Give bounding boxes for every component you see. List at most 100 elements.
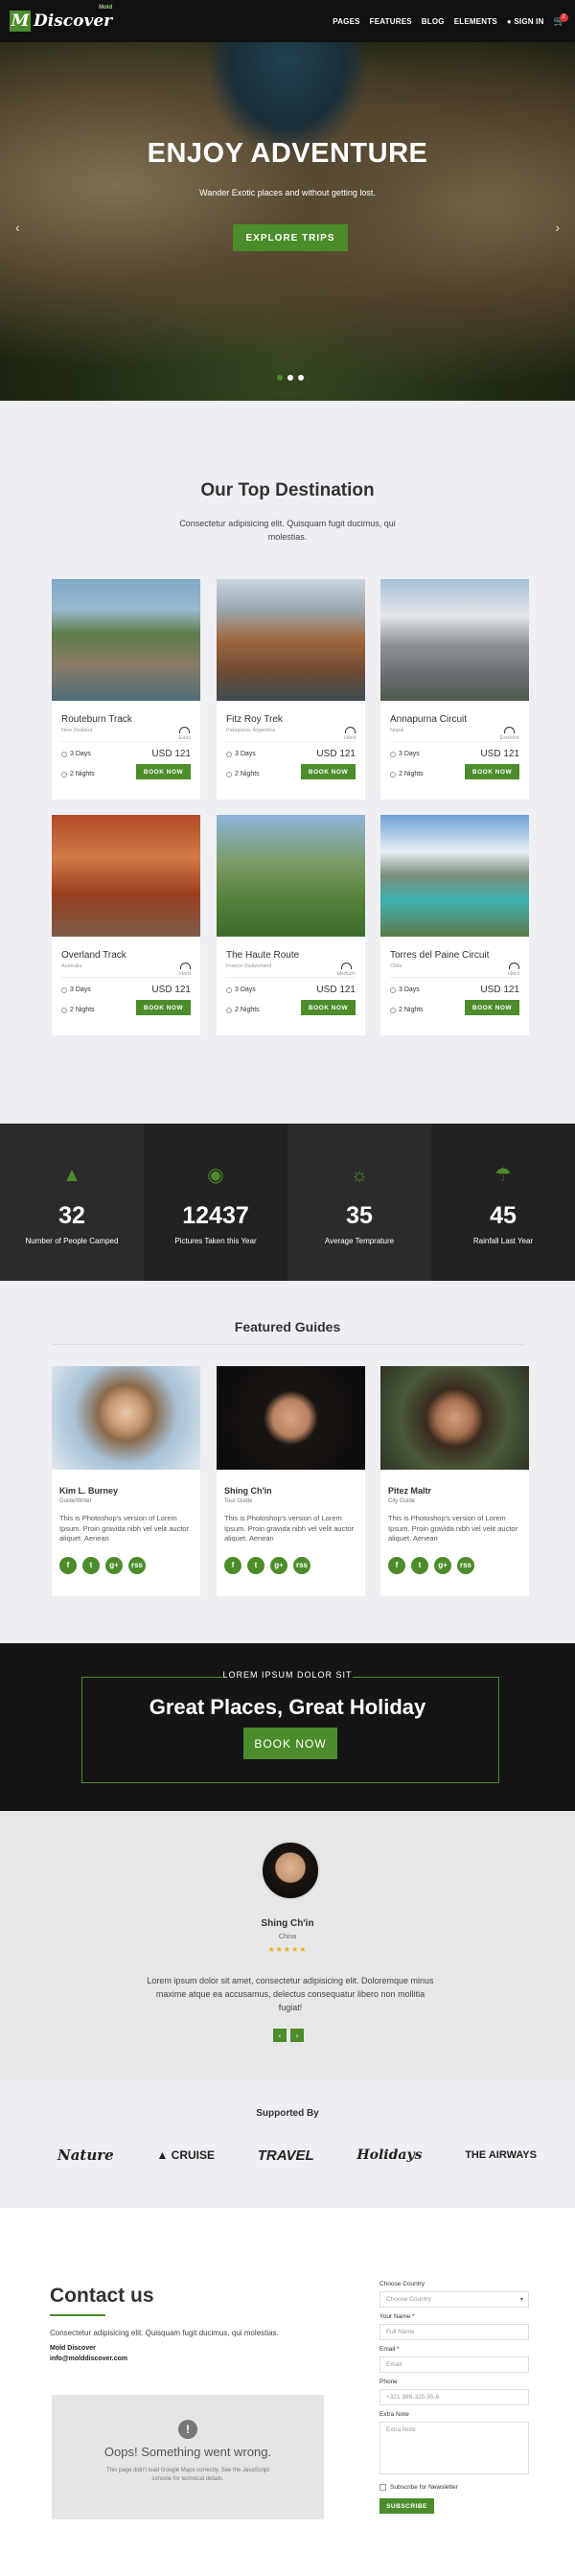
difficulty-label: Extreme [499, 735, 519, 741]
stat-pictures-taken: ◉ 12437 Pictures Taken this Year [144, 1124, 288, 1281]
cart-button[interactable]: 🛒 2 [554, 12, 568, 27]
nights-row: 2 Nights [226, 771, 260, 777]
rss-icon[interactable]: rss [128, 1556, 146, 1574]
prev-arrow-icon[interactable]: ‹ [273, 2029, 287, 2042]
slider-dots [277, 375, 304, 381]
nights-row: 2 Nights [61, 1007, 95, 1013]
phone-label: Phone [380, 2379, 398, 2385]
twitter-icon[interactable]: t [82, 1556, 100, 1574]
destination-card[interactable]: Annapurna Circuit Nepal Extreme 3 Days 2 Nig… [380, 579, 529, 800]
site-logo[interactable]: M Discover Mold [10, 5, 112, 32]
google-plus-icon[interactable]: g+ [105, 1556, 123, 1574]
destination-name[interactable]: Annapurna Circuit [390, 714, 519, 725]
card-body: The Haute Route France-Switzerland Medium 3… [217, 950, 365, 1016]
book-now-button[interactable]: BOOK NOW [465, 764, 519, 779]
destination-photo[interactable] [380, 579, 529, 701]
slider-prev-icon[interactable]: ‹ [15, 220, 20, 235]
destination-card[interactable]: Fitz Roy Trek Patagonia, Argentina Hard 3 D… [217, 579, 365, 800]
destination-photo[interactable] [52, 579, 200, 701]
twitter-icon[interactable]: t [247, 1556, 264, 1574]
name-field[interactable]: Full Name [380, 2324, 529, 2340]
destination-card[interactable]: The Haute Route France-Switzerland Medium 3… [217, 815, 365, 1035]
stat-average-temperature: ☼ 35 Average Temprature [288, 1124, 431, 1281]
book-now-button[interactable]: BOOK NOW [243, 1728, 337, 1759]
guide-name[interactable]: Pitez Maltr [388, 1486, 529, 1496]
clock-icon [226, 986, 232, 993]
stat-people-camped: ▲ 32 Number of People Camped [0, 1124, 144, 1281]
nights-value: 2 Nights [235, 1007, 260, 1013]
destination-card[interactable]: Routeburn Track New Zealand Easy 3 Days 2 Ni… [52, 579, 200, 800]
destination-photo[interactable] [217, 579, 365, 701]
email-field[interactable]: Email [380, 2356, 529, 2373]
hero-title: ENJOY ADVENTURE [147, 138, 428, 169]
guide-name[interactable]: Shing Ch'in [224, 1486, 365, 1496]
slider-dot[interactable] [288, 375, 293, 381]
facebook-icon[interactable]: f [224, 1556, 242, 1574]
slider-next-icon[interactable]: › [555, 220, 560, 235]
destination-card[interactable]: Torres del Paine Circuit Chile Hard 3 Days 2… [380, 815, 529, 1035]
sign-in-link[interactable]: ● SIGN IN [507, 17, 544, 26]
book-now-button[interactable]: BOOK NOW [136, 764, 191, 779]
days-value: 3 Days [235, 986, 256, 993]
gauge-icon [508, 963, 519, 969]
stats-band: ▲ 32 Number of People Camped ◉ 12437 Pic… [0, 1124, 575, 1281]
destination-name[interactable]: The Haute Route [226, 950, 356, 961]
card-body: Fitz Roy Trek Patagonia, Argentina Hard 3 D… [217, 714, 365, 780]
days-row: 3 Days [390, 986, 420, 993]
rss-icon[interactable]: rss [293, 1556, 310, 1574]
destination-region: Australia [61, 963, 82, 969]
brand-logos: Nature ▲ CRUISE TRAVEL Holidays THE AIRW… [58, 2147, 537, 2164]
destination-name[interactable]: Fitz Roy Trek [226, 714, 356, 725]
twitter-icon[interactable]: t [411, 1556, 428, 1574]
newsletter-checkbox[interactable] [380, 2484, 386, 2491]
destination-name[interactable]: Routeburn Track [61, 714, 191, 725]
guide-name[interactable]: Kim L. Burney [59, 1486, 200, 1496]
price: USD 121 [151, 985, 191, 995]
slider-dot[interactable] [277, 375, 283, 381]
book-now-button[interactable]: BOOK NOW [301, 1000, 356, 1015]
destination-card[interactable]: Overland Track Australia Hard 3 Days 2 Night… [52, 815, 200, 1035]
moon-icon [226, 1007, 232, 1013]
destination-photo[interactable] [380, 815, 529, 937]
email-label: Email * [380, 2346, 400, 2353]
contact-email-link[interactable]: info@molddiscover.com [50, 2356, 127, 2362]
difficulty-indicator: Extreme [500, 727, 519, 741]
country-label: Choose Country [380, 2281, 425, 2287]
subscribe-button[interactable]: SUBSCRIBE [380, 2498, 434, 2514]
nav-item-blog[interactable]: BLOG [422, 17, 445, 26]
phone-field[interactable]: +321 986-325-55-6 [380, 2389, 529, 2405]
slider-dot[interactable] [298, 375, 304, 381]
featured-guides-section: Featured Guides Kim L. Burney Guide/Write… [0, 1281, 575, 1643]
newsletter-label: Subscribe for Newsletter [390, 2484, 458, 2491]
book-now-button[interactable]: BOOK NOW [465, 1000, 519, 1015]
nav-item-features[interactable]: FEATURES [370, 17, 412, 26]
destination-name[interactable]: Overland Track [61, 950, 191, 961]
difficulty-indicator: Hard [508, 963, 519, 977]
card-body: Routeburn Track New Zealand Easy 3 Days 2 Ni… [52, 714, 200, 780]
trip-meta: 3 Days 2 Nights USD 121 BOOK NOW [390, 978, 519, 1016]
price: USD 121 [316, 985, 356, 995]
moon-icon [390, 1007, 396, 1013]
destination-photo[interactable] [52, 815, 200, 937]
book-now-button[interactable]: BOOK NOW [136, 1000, 191, 1015]
destination-photo[interactable] [217, 815, 365, 937]
note-label: Extra Note [380, 2411, 409, 2418]
note-textarea[interactable]: Extra Note [380, 2422, 529, 2474]
explore-trips-button[interactable]: EXPLORE TRIPS [233, 224, 348, 251]
facebook-icon[interactable]: f [388, 1556, 405, 1574]
google-plus-icon[interactable]: g+ [434, 1556, 451, 1574]
moon-icon [390, 771, 396, 777]
facebook-icon[interactable]: f [59, 1556, 77, 1574]
newsletter-checkbox-row[interactable]: Subscribe for Newsletter [380, 2484, 529, 2491]
nav-item-pages[interactable]: PAGES [333, 17, 359, 26]
destination-name[interactable]: Torres del Paine Circuit [390, 950, 519, 961]
rss-icon[interactable]: rss [457, 1556, 474, 1574]
next-arrow-icon[interactable]: › [290, 2029, 304, 2042]
google-plus-icon[interactable]: g+ [270, 1556, 288, 1574]
gauge-icon [179, 963, 191, 969]
book-now-button[interactable]: BOOK NOW [301, 764, 356, 779]
nav-item-elements[interactable]: ELEMENTS [454, 17, 497, 26]
tent-icon: ▲ [62, 1165, 81, 1186]
brand-logo-airways: THE AIRWAYS [465, 2149, 537, 2161]
country-select[interactable]: Choose Country ▾ [380, 2291, 529, 2308]
